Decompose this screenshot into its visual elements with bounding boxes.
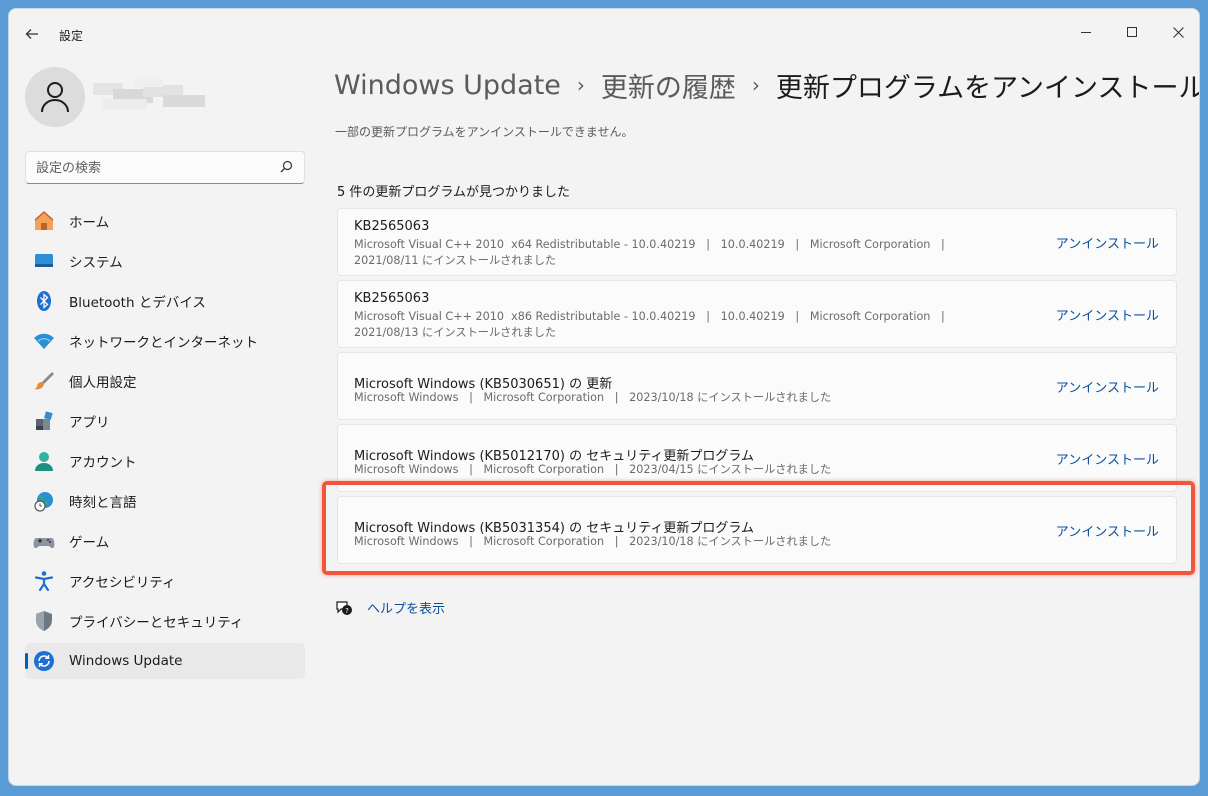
settings-window: 設定 ホーム — [8, 8, 1200, 786]
breadcrumb: Windows Update › 更新の履歴 › 更新プログラムをアンインストー… — [334, 65, 1199, 105]
maximize-button[interactable] — [1109, 15, 1155, 49]
user-icon — [41, 82, 69, 113]
search-input[interactable] — [36, 158, 266, 178]
sidebar-item-personalization[interactable]: 個人用設定 — [25, 363, 305, 399]
svg-text:?: ? — [345, 607, 349, 615]
network-icon — [33, 330, 55, 352]
sidebar-item-label: システム — [69, 255, 123, 271]
sidebar-item-label: ネットワークとインターネット — [69, 335, 258, 351]
bluetooth-icon — [33, 290, 55, 312]
sidebar-item-label: Windows Update — [69, 653, 183, 669]
uninstall-button[interactable]: アンインストール — [1056, 377, 1159, 396]
sidebar-item-privacy-security[interactable]: プライバシーとセキュリティ — [25, 603, 305, 639]
system-icon — [33, 250, 55, 272]
sidebar-item-label: アプリ — [69, 415, 110, 431]
sidebar-item-label: ホーム — [69, 215, 110, 231]
sidebar-item-label: 時刻と言語 — [69, 495, 137, 511]
update-install-date: 2021/08/11 にインストールされました — [354, 254, 557, 267]
apps-icon — [33, 410, 55, 432]
update-item: Microsoft Windows (KB5030651) の 更新 Micro… — [337, 352, 1177, 420]
windows-update-icon — [33, 650, 55, 672]
uninstall-button[interactable]: アンインストール — [1056, 305, 1159, 324]
breadcrumb-separator-icon: › — [576, 73, 585, 97]
sidebar-item-time-language[interactable]: 時刻と言語 — [25, 483, 305, 519]
page-subtitle: 一部の更新プログラムをアンインストールできません。 — [335, 125, 634, 139]
account-icon — [33, 450, 55, 472]
update-item-highlighted: Microsoft Windows (KB5031354) の セキュリティ更新… — [337, 496, 1177, 564]
maximize-icon — [1127, 27, 1137, 37]
sidebar-item-label: アカウント — [69, 455, 137, 471]
uninstall-button[interactable]: アンインストール — [1056, 521, 1159, 540]
update-meta: Microsoft Windows | Microsoft Corporatio… — [354, 535, 832, 548]
uninstall-button[interactable]: アンインストール — [1056, 233, 1159, 252]
minimize-icon — [1081, 31, 1091, 33]
sidebar-item-bluetooth[interactable]: Bluetooth とデバイス — [25, 283, 305, 319]
breadcrumb-windows-update[interactable]: Windows Update — [334, 70, 561, 101]
app-title: 設定 — [59, 29, 84, 43]
sidebar-item-system[interactable]: システム — [25, 243, 305, 279]
update-meta: Microsoft Windows | Microsoft Corporatio… — [354, 391, 832, 404]
sidebar-item-label: 個人用設定 — [69, 375, 137, 391]
uninstall-button[interactable]: アンインストール — [1056, 449, 1159, 468]
home-icon — [33, 210, 55, 232]
sidebar-item-network[interactable]: ネットワークとインターネット — [25, 323, 305, 359]
sidebar-item-accounts[interactable]: アカウント — [25, 443, 305, 479]
update-install-date: 2021/08/13 にインストールされました — [354, 326, 557, 339]
update-item: KB2565063 Microsoft Visual C++ 2010 x86 … — [337, 280, 1177, 348]
update-meta-line: Microsoft Visual C++ 2010 x64 Redistribu… — [354, 238, 945, 251]
settings-search[interactable] — [25, 151, 305, 184]
time-language-icon — [33, 490, 55, 512]
update-count-label: 5 件の更新プログラムが見つかりました — [337, 185, 571, 200]
page-title: 更新プログラムをアンインストールする — [775, 72, 1199, 104]
help-row[interactable]: ? ヘルプを表示 — [335, 598, 445, 617]
sidebar-item-home[interactable]: ホーム — [25, 203, 305, 239]
update-meta: Microsoft Visual C++ 2010 x86 Redistribu… — [354, 309, 945, 341]
sidebar-item-label: アクセシビリティ — [69, 575, 176, 591]
sidebar-item-windows-update[interactable]: Windows Update — [25, 643, 305, 679]
close-icon — [1172, 26, 1184, 38]
gaming-icon — [33, 530, 55, 552]
personalization-brush-icon — [33, 370, 55, 392]
sidebar-item-gaming[interactable]: ゲーム — [25, 523, 305, 559]
help-chat-icon: ? — [336, 600, 352, 615]
update-name: KB2565063 — [354, 219, 430, 234]
username-redacted — [93, 79, 205, 113]
update-meta: Microsoft Visual C++ 2010 x64 Redistribu… — [354, 237, 945, 269]
back-arrow-icon — [25, 29, 38, 39]
title-bar: 設定 — [9, 9, 1199, 57]
help-link[interactable]: ヘルプを表示 — [367, 598, 445, 617]
back-button[interactable] — [21, 23, 43, 45]
sidebar-item-apps[interactable]: アプリ — [25, 403, 305, 439]
sidebar-item-label: ゲーム — [69, 535, 110, 551]
accessibility-icon — [33, 570, 55, 592]
sidebar-item-label: Bluetooth とデバイス — [69, 295, 206, 311]
update-meta-line: Microsoft Visual C++ 2010 x86 Redistribu… — [354, 310, 945, 323]
breadcrumb-update-history[interactable]: 更新の履歴 — [601, 66, 736, 105]
update-list: KB2565063 Microsoft Visual C++ 2010 x64 … — [337, 208, 1177, 568]
breadcrumb-separator-icon: › — [751, 73, 760, 97]
update-name: KB2565063 — [354, 291, 430, 306]
update-item: Microsoft Windows (KB5012170) の セキュリティ更新… — [337, 424, 1177, 492]
update-meta: Microsoft Windows | Microsoft Corporatio… — [354, 463, 832, 476]
update-item: KB2565063 Microsoft Visual C++ 2010 x64 … — [337, 208, 1177, 276]
privacy-shield-icon — [33, 610, 55, 632]
sidebar-item-accessibility[interactable]: アクセシビリティ — [25, 563, 305, 599]
search-icon[interactable] — [278, 159, 294, 175]
sidebar-item-label: プライバシーとセキュリティ — [69, 615, 244, 631]
avatar[interactable] — [25, 67, 85, 127]
sidebar-nav: ホーム システム Bluetooth とデバイス ネットワークとインターネット … — [25, 203, 305, 683]
close-button[interactable] — [1155, 15, 1199, 49]
minimize-button[interactable] — [1063, 15, 1109, 49]
